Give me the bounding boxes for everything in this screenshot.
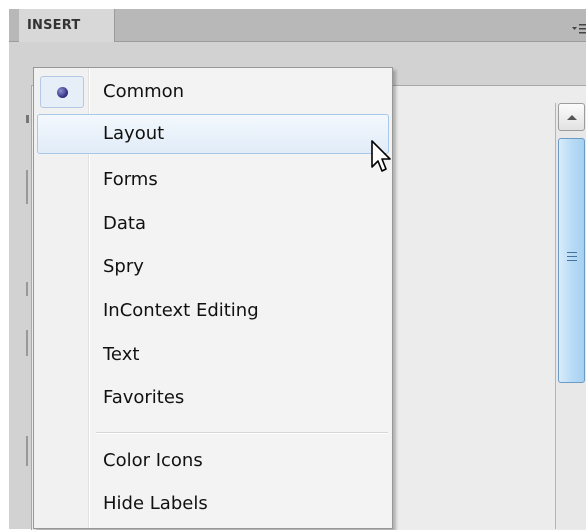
- panel-tab-strip: INSERT: [9, 9, 586, 42]
- panel-edge-mark: [26, 436, 28, 466]
- scroll-up-button[interactable]: [558, 103, 585, 131]
- menu-item-label: Layout: [103, 123, 165, 144]
- menu-separator: [96, 432, 388, 434]
- menu-item-label: Color Icons: [103, 450, 203, 471]
- radio-check-icon: [40, 76, 84, 108]
- grip-icon: [567, 252, 577, 261]
- tab-insert[interactable]: INSERT: [19, 9, 115, 42]
- menu-item-label: Common: [103, 81, 185, 102]
- panel-edge-mark: [26, 170, 28, 204]
- menu-item-data[interactable]: Data: [37, 204, 389, 244]
- menu-item-label: Favorites: [103, 387, 185, 408]
- scroll-thumb[interactable]: [558, 138, 585, 383]
- menu-item-spry[interactable]: Spry: [37, 247, 389, 287]
- menu-item-layout[interactable]: Layout: [37, 114, 389, 154]
- menu-item-label: InContext Editing: [103, 300, 259, 321]
- menu-item-common[interactable]: Common: [37, 72, 389, 112]
- menu-item-text[interactable]: Text: [37, 335, 389, 375]
- panel-options-icon[interactable]: [571, 21, 586, 35]
- menu-item-incontext-editing[interactable]: InContext Editing: [37, 291, 389, 331]
- menu-item-hide-labels[interactable]: Hide Labels: [37, 484, 389, 524]
- panel-edge-mark: [26, 330, 28, 356]
- menu-item-label: Spry: [103, 256, 144, 277]
- menu-item-favorites[interactable]: Favorites: [37, 378, 389, 418]
- panel-edge-mark: [26, 115, 29, 123]
- insert-category-menu: Common Layout Forms Data Spry InContext …: [33, 67, 393, 529]
- menu-item-label: Data: [103, 213, 146, 234]
- menu-item-color-icons[interactable]: Color Icons: [37, 441, 389, 481]
- panel-edge-mark: [26, 282, 28, 296]
- vertical-scrollbar[interactable]: [555, 103, 586, 529]
- menu-item-label: Hide Labels: [103, 493, 208, 514]
- arrow-up-icon: [567, 115, 577, 120]
- mouse-cursor-icon: [370, 140, 400, 176]
- menu-item-label: Forms: [103, 169, 158, 190]
- menu-item-forms[interactable]: Forms: [37, 160, 389, 200]
- menu-item-label: Text: [103, 344, 140, 365]
